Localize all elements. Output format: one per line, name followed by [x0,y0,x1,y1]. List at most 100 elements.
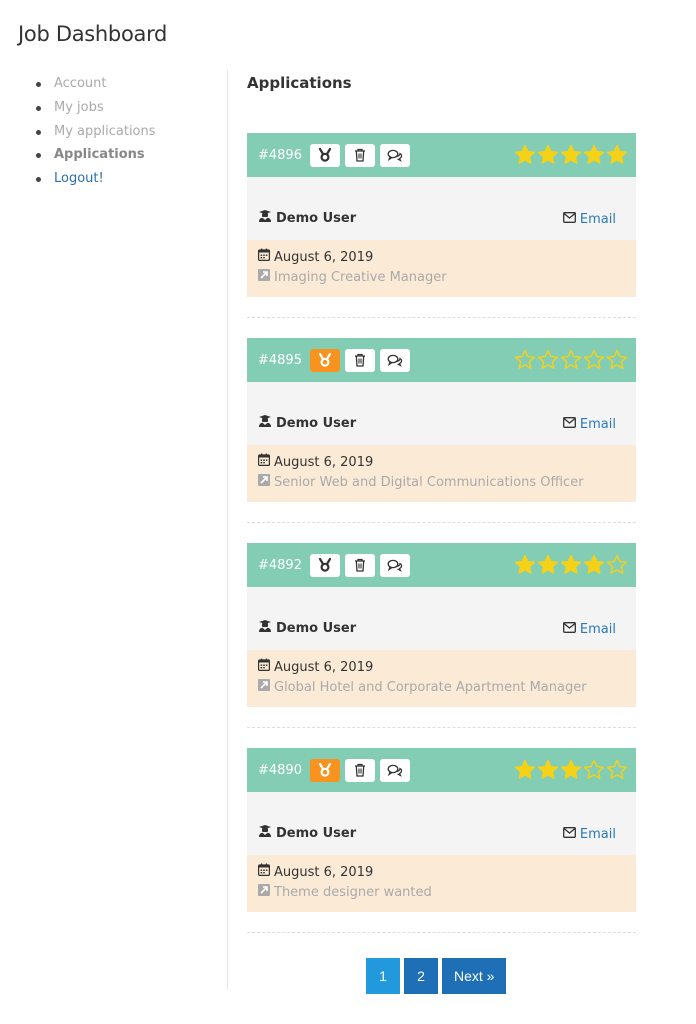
user-graduate-icon [258,824,272,842]
job-title-text[interactable]: Global Hotel and Corporate Apartment Man… [274,678,587,698]
email-link[interactable]: Email [562,417,616,432]
application-date: August 6, 2019 [258,248,625,268]
star-filled-icon[interactable] [560,554,582,576]
external-link-icon [258,678,270,698]
rating-stars[interactable] [514,349,628,371]
star-filled-icon[interactable] [560,144,582,166]
envelope-icon [562,622,576,637]
email-link-text[interactable]: Email [580,827,616,842]
applicant-name-text: Demo User [276,620,357,636]
page-button-2[interactable]: 2 [404,958,438,994]
email-link-text[interactable]: Email [580,417,616,432]
delete-button[interactable] [344,758,375,782]
calendar-icon [258,248,271,268]
delete-button[interactable] [344,553,375,577]
star-outline-icon[interactable] [514,349,536,371]
email-link[interactable]: Email [562,212,616,227]
message-button[interactable] [379,553,410,577]
star-filled-icon[interactable] [514,554,536,576]
message-button[interactable] [379,143,410,167]
star-filled-icon[interactable] [537,759,559,781]
external-link-icon [258,268,270,288]
application-card: #4892 Demo User Email August 6, 2019 Glo… [247,543,636,748]
application-card: #4890 Demo User Email August 6, 2019 The… [247,748,636,953]
chat-icon [387,148,403,162]
page-button-1[interactable]: 1 [366,958,400,994]
medal-icon [318,353,332,367]
email-link[interactable]: Email [562,827,616,842]
email-link[interactable]: Email [562,622,616,637]
user-graduate-icon [258,414,272,432]
delete-button[interactable] [344,143,375,167]
star-filled-icon[interactable] [583,554,605,576]
medal-icon [318,558,332,572]
medal-icon [318,148,332,162]
sidebar-link-account[interactable]: Account [54,76,107,91]
job-title-text[interactable]: Theme designer wanted [274,883,432,903]
application-id: #4895 [258,352,302,368]
star-outline-icon[interactable] [606,554,628,576]
job-link[interactable]: Senior Web and Digital Communications Of… [258,473,625,493]
sidebar-item-logout[interactable]: Logout! [36,167,226,191]
application-date-text: August 6, 2019 [274,455,374,470]
application-date: August 6, 2019 [258,453,625,473]
trash-icon [354,763,366,777]
section-title: Applications [247,74,352,92]
email-link-text[interactable]: Email [580,622,616,637]
job-title-text[interactable]: Senior Web and Digital Communications Of… [274,473,584,493]
email-link-text[interactable]: Email [580,212,616,227]
page-title: Job Dashboard [18,22,168,46]
job-link[interactable]: Theme designer wanted [258,883,625,903]
sidebar-item-my-applications[interactable]: My applications [36,120,226,144]
sidebar-item-applications[interactable]: Applications [36,143,226,167]
next-page-button[interactable]: Next » [442,958,507,994]
applicant-name: Demo User [258,209,356,227]
sidebar-item-account[interactable]: Account [36,72,226,96]
star-filled-icon[interactable] [537,144,559,166]
star-outline-icon[interactable] [606,759,628,781]
applicant-name: Demo User [258,824,356,842]
delete-button[interactable] [344,348,375,372]
star-filled-icon[interactable] [583,144,605,166]
application-info: August 6, 2019 Theme designer wanted [247,855,636,912]
shortlist-button[interactable] [309,143,340,167]
message-button[interactable] [379,758,410,782]
applicant-row: Demo User Email [247,587,636,650]
card-separator [247,502,636,543]
job-title-text[interactable]: Imaging Creative Manager [274,268,447,288]
envelope-icon [562,827,576,842]
rating-stars[interactable] [514,554,628,576]
applications-list: #4896 Demo User Email August 6, 2019 Ima… [247,133,636,953]
envelope-icon [562,212,576,227]
star-outline-icon[interactable] [606,349,628,371]
sidebar-link-my-jobs[interactable]: My jobs [54,100,104,115]
sidebar-link-applications[interactable]: Applications [54,147,145,162]
star-outline-icon[interactable] [583,759,605,781]
shortlist-button[interactable] [309,553,340,577]
shortlist-button[interactable] [309,348,340,372]
star-outline-icon[interactable] [560,349,582,371]
card-separator [247,912,636,953]
application-info: August 6, 2019 Imaging Creative Manager [247,240,636,297]
application-card: #4896 Demo User Email August 6, 2019 Ima… [247,133,636,338]
star-outline-icon[interactable] [537,349,559,371]
rating-stars[interactable] [514,144,628,166]
rating-stars[interactable] [514,759,628,781]
star-filled-icon[interactable] [514,759,536,781]
sidebar-item-my-jobs[interactable]: My jobs [36,96,226,120]
sidebar-link-my-applications[interactable]: My applications [54,124,156,139]
star-filled-icon[interactable] [560,759,582,781]
job-link[interactable]: Imaging Creative Manager [258,268,625,288]
sidebar-link-logout[interactable]: Logout! [54,171,104,186]
shortlist-button[interactable] [309,758,340,782]
main-content: Applications #4896 Demo User Email Augus… [247,74,636,953]
star-filled-icon[interactable] [514,144,536,166]
star-outline-icon[interactable] [583,349,605,371]
application-header: #4892 [247,543,636,587]
star-filled-icon[interactable] [606,144,628,166]
star-filled-icon[interactable] [537,554,559,576]
trash-icon [354,148,366,162]
application-id: #4890 [258,762,302,778]
job-link[interactable]: Global Hotel and Corporate Apartment Man… [258,678,625,698]
message-button[interactable] [379,348,410,372]
